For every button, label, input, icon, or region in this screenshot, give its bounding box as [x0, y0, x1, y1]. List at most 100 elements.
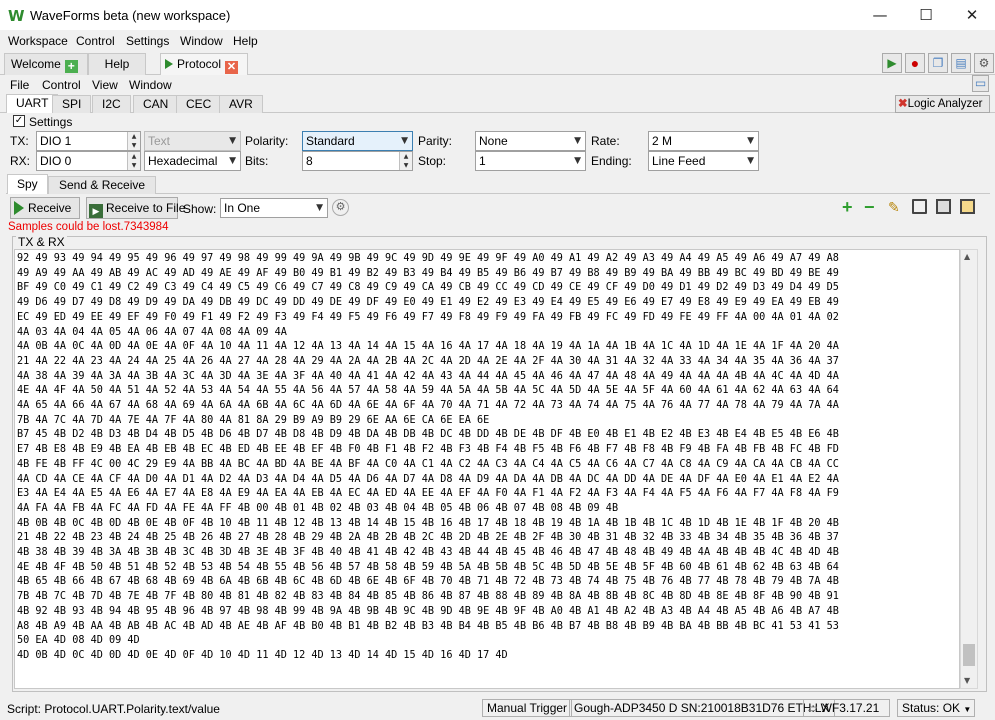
chevron-down-icon: ▼: [229, 156, 236, 166]
export-icon[interactable]: [960, 199, 975, 214]
bits-input[interactable]: 8 ▲ ▼: [302, 151, 413, 171]
txrx-label: TX & RX: [16, 235, 67, 249]
logic-analyzer-button[interactable]: ✖Logic Analyzer: [895, 95, 990, 113]
tab-spi[interactable]: SPI: [52, 95, 92, 113]
close-button[interactable]: ✕: [949, 0, 995, 30]
tx-channel-value: DIO 1: [40, 134, 72, 148]
manual-trigger-button[interactable]: Manual Trigger: [482, 699, 573, 717]
receive-button[interactable]: Receive: [10, 197, 80, 219]
tx-format-value: Text: [148, 134, 171, 148]
rate-select[interactable]: 2 M ▼: [648, 131, 759, 151]
add-instrument-icon[interactable]: +: [64, 60, 78, 73]
chevron-down-icon: ▼: [747, 136, 754, 146]
tab-protocol[interactable]: Protocol ✕: [160, 53, 248, 75]
record-icon[interactable]: ●: [905, 53, 925, 73]
bits-value: 8: [306, 154, 313, 168]
chevron-down-icon: ▼: [574, 136, 581, 146]
menu-control[interactable]: Control: [76, 34, 115, 48]
vertical-scrollbar[interactable]: ▲ ▼: [960, 249, 978, 689]
parity-value: None: [479, 134, 508, 148]
show-select[interactable]: In One ▼: [220, 198, 328, 218]
add-icon[interactable]: +: [842, 198, 853, 216]
samples-lost-warning: Samples could be lost.7343984: [8, 221, 169, 233]
status-ok[interactable]: Status: OK ▼: [897, 699, 975, 717]
chevron-down-icon: ▼: [747, 156, 754, 166]
chevron-down-icon: ▼: [229, 136, 236, 146]
record-to-file-icon: ▶: [89, 204, 103, 218]
rate-label: Rate:: [591, 134, 620, 148]
receive-to-file-button[interactable]: ▶ Receive to File: [86, 197, 185, 219]
tab-can[interactable]: CAN: [133, 95, 179, 113]
polarity-label: Polarity:: [245, 134, 289, 148]
rx-format-select[interactable]: Hexadecimal ▼: [144, 151, 241, 171]
tx-format-select[interactable]: Text ▼: [144, 131, 241, 151]
version-icon: ▱: [808, 701, 818, 715]
receive-label: Receive: [28, 201, 72, 215]
tab-uart[interactable]: UART: [6, 94, 59, 113]
receive-to-file-label: Receive to File: [106, 201, 186, 215]
dock-icon[interactable]: ▭: [972, 75, 989, 92]
submenu-view[interactable]: View: [92, 78, 118, 92]
version-text: WF3.17.21: [820, 701, 880, 715]
tab-help[interactable]: Help: [88, 53, 146, 75]
gear-icon[interactable]: ⚙: [974, 53, 994, 73]
submenu-file[interactable]: File: [10, 78, 29, 92]
waveforms-logo-icon: W: [8, 7, 25, 25]
menu-window[interactable]: Window: [180, 34, 223, 48]
parity-select[interactable]: None ▼: [475, 131, 586, 151]
rx-channel-value: DIO 0: [40, 154, 72, 168]
scroll-thumb[interactable]: [963, 644, 975, 666]
tab-i2c[interactable]: I2C: [92, 95, 131, 113]
run-icon[interactable]: ▶: [882, 53, 902, 73]
tab-send-receive[interactable]: Send & Receive: [48, 176, 157, 194]
ending-label: Ending:: [591, 154, 632, 168]
maximize-button[interactable]: ☐: [903, 0, 949, 30]
rate-value: 2 M: [652, 134, 673, 148]
chevron-down-icon: ▼: [574, 156, 581, 166]
data-text-area[interactable]: 92 49 93 49 94 49 95 49 96 49 97 49 98 4…: [14, 249, 960, 689]
parity-label: Parity:: [418, 134, 453, 148]
tx-channel-input[interactable]: DIO 1 ▲ ▼: [36, 131, 141, 151]
bits-label: Bits:: [245, 154, 269, 168]
submenu-control[interactable]: Control: [42, 78, 81, 92]
tab-welcome[interactable]: Welcome +: [4, 53, 88, 75]
stop-value: 1: [479, 154, 486, 168]
tab-cec[interactable]: CEC: [176, 95, 222, 113]
logic-analyzer-icon: ✖: [898, 98, 908, 110]
polarity-select[interactable]: Standard ▼: [302, 131, 413, 151]
settings-checkbox[interactable]: ✓: [13, 115, 25, 127]
show-value: In One: [224, 201, 261, 215]
clear-broom-icon[interactable]: ✎: [888, 199, 900, 216]
minimize-button[interactable]: —: [857, 0, 903, 30]
save-as-icon[interactable]: [936, 199, 951, 214]
menu-settings[interactable]: Settings: [126, 34, 169, 48]
tile-windows-icon[interactable]: ▤: [951, 53, 971, 73]
submenu-window[interactable]: Window: [129, 78, 172, 92]
cascade-windows-icon[interactable]: ❐: [928, 53, 948, 73]
spin-arrows-icon[interactable]: ▲ ▼: [399, 152, 412, 170]
menu-workspace[interactable]: Workspace: [8, 34, 68, 48]
tab-protocol-label: Protocol: [177, 57, 222, 71]
spin-arrows-icon[interactable]: ▲ ▼: [127, 132, 140, 150]
play-icon: [14, 201, 24, 215]
show-label: Show:: [183, 202, 217, 216]
ending-value: Line Feed: [652, 154, 706, 168]
rx-channel-input[interactable]: DIO 0 ▲ ▼: [36, 151, 141, 171]
ending-select[interactable]: Line Feed ▼: [648, 151, 759, 171]
tab-spy[interactable]: Spy: [7, 174, 48, 194]
close-tab-icon[interactable]: ✕: [225, 61, 239, 74]
rx-format-value: Hexadecimal: [148, 154, 218, 168]
remove-icon[interactable]: −: [864, 198, 875, 216]
scroll-down-icon[interactable]: ▼: [964, 676, 970, 685]
menu-help[interactable]: Help: [233, 34, 258, 48]
stop-select[interactable]: 1 ▼: [475, 151, 586, 171]
tab-avr[interactable]: AVR: [219, 95, 263, 113]
version-info[interactable]: ▱ WF3.17.21: [803, 699, 890, 717]
main-tab-bar: [0, 51, 995, 75]
spin-arrows-icon[interactable]: ▲ ▼: [127, 152, 140, 170]
options-gear-icon[interactable]: ⚙: [332, 199, 349, 216]
save-icon[interactable]: [912, 199, 927, 214]
window-title: WaveForms beta (new workspace): [30, 8, 231, 23]
scroll-up-icon[interactable]: ▲: [964, 252, 970, 261]
device-info[interactable]: Gough-ADP3450 D SN:210018B31D76 ETH:LX: [569, 699, 835, 717]
